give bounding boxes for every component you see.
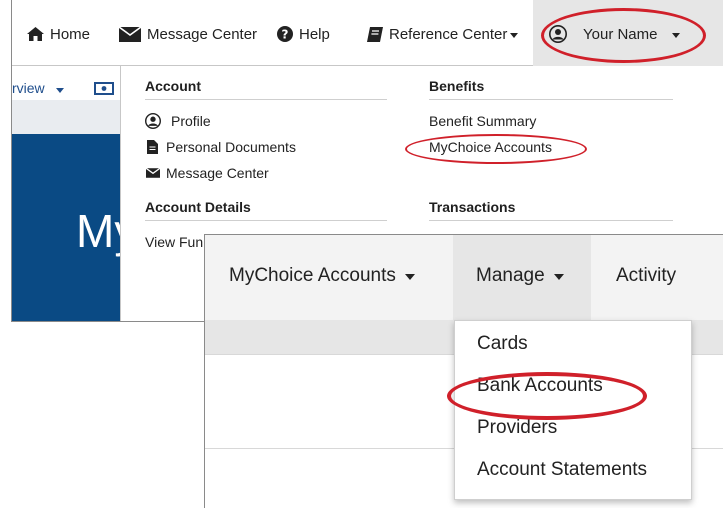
menu-item-benefit-summary-label: Benefit Summary — [429, 113, 537, 129]
menu-item-profile[interactable]: Profile — [145, 113, 211, 129]
book-icon — [367, 26, 383, 42]
dropdown-item-providers[interactable]: Providers — [477, 417, 557, 439]
manage-menu-screenshot: MyChoice Accounts Manage Activity Cards … — [204, 234, 723, 508]
caret-down-icon — [55, 87, 64, 93]
menu-item-message-center[interactable]: Message Center — [146, 165, 269, 181]
top-navigation-bar: Home Message Center ? Help Reference Cen… — [12, 0, 723, 66]
transactions-heading: Transactions — [429, 199, 516, 215]
highlight-ring-user — [541, 8, 706, 63]
caret-down-icon — [510, 32, 519, 38]
faint-background-watermark — [12, 100, 120, 134]
nav-home-label: Home — [50, 25, 91, 43]
overview-dropdown[interactable]: rview — [12, 80, 64, 96]
benefits-heading: Benefits — [429, 78, 485, 94]
divider — [429, 99, 673, 100]
nav-help-label: Help — [299, 25, 330, 43]
menu-item-personal-documents[interactable]: Personal Documents — [147, 139, 296, 155]
menu-item-personal-documents-label: Personal Documents — [166, 139, 296, 155]
nav-message-center-link[interactable]: Message Center — [119, 22, 257, 46]
highlight-ring-mychoice-accounts — [405, 134, 587, 164]
hero-banner: My — [12, 134, 120, 321]
svg-text:?: ? — [282, 28, 289, 42]
nav-reference-center-link[interactable]: Reference Center — [367, 22, 519, 46]
nav-reference-center-label: Reference Center — [389, 25, 508, 43]
subnav-mychoice-accounts-label: MyChoice Accounts — [229, 265, 396, 286]
menu-item-benefit-summary[interactable]: Benefit Summary — [429, 113, 536, 129]
question-circle-icon: ? — [277, 26, 293, 42]
menu-item-view-funds-label: View Fun — [145, 234, 204, 250]
money-bill-icon[interactable] — [94, 82, 114, 95]
home-icon — [27, 27, 44, 41]
envelope-icon — [146, 168, 160, 178]
account-details-heading: Account Details — [145, 199, 251, 215]
nav-help-link[interactable]: ? Help — [277, 22, 330, 46]
highlight-ring-bank-accounts — [447, 372, 647, 420]
caret-down-icon — [404, 274, 415, 280]
divider — [145, 220, 387, 221]
subnav-manage[interactable]: Manage — [476, 265, 564, 287]
account-heading: Account — [145, 78, 201, 94]
user-circle-icon — [145, 113, 161, 129]
subnav-mychoice-accounts[interactable]: MyChoice Accounts — [229, 265, 415, 287]
menu-item-message-center-label: Message Center — [166, 165, 269, 181]
menu-item-profile-label: Profile — [171, 113, 211, 129]
subnav-activity-label: Activity — [616, 265, 677, 286]
menu-item-view-funds[interactable]: View Fun — [145, 234, 203, 250]
nav-home-link[interactable]: Home — [27, 22, 90, 46]
caret-down-icon — [553, 274, 564, 280]
envelope-icon — [119, 26, 141, 42]
divider — [429, 220, 673, 221]
overview-label: rview — [12, 80, 45, 96]
nav-message-center-label: Message Center — [147, 25, 258, 43]
subnav-manage-label: Manage — [476, 265, 545, 286]
hero-title: My — [76, 205, 120, 257]
subnav-activity[interactable]: Activity — [616, 265, 676, 287]
dropdown-item-cards[interactable]: Cards — [477, 333, 528, 355]
document-icon — [147, 140, 158, 154]
divider — [145, 99, 387, 100]
dropdown-item-account-statements[interactable]: Account Statements — [477, 459, 647, 481]
